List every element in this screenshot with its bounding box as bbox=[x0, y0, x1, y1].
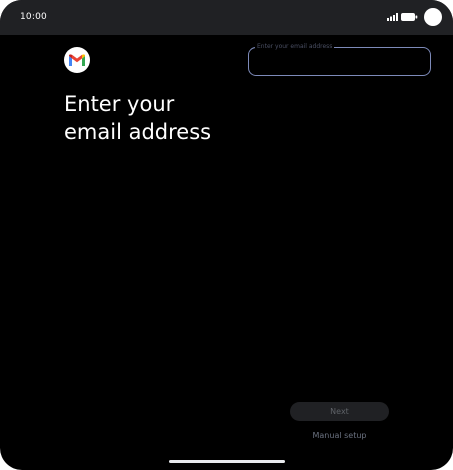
next-button[interactable]: Next bbox=[290, 402, 389, 421]
gmail-logo-icon bbox=[64, 47, 90, 73]
email-field[interactable] bbox=[248, 47, 431, 76]
signal-icon bbox=[387, 13, 398, 21]
page-title: Enter your email address bbox=[64, 92, 212, 144]
home-indicator[interactable] bbox=[169, 460, 285, 463]
status-bar: 10:00 bbox=[0, 0, 453, 35]
manual-setup-link[interactable]: Manual setup bbox=[290, 431, 389, 440]
battery-icon bbox=[401, 13, 418, 21]
email-field-label: Enter your email address bbox=[255, 43, 335, 50]
camera-icon bbox=[424, 8, 442, 26]
status-time: 10:00 bbox=[20, 12, 47, 22]
device-screen: 10:00 Enter your email address Enter you… bbox=[0, 0, 453, 470]
